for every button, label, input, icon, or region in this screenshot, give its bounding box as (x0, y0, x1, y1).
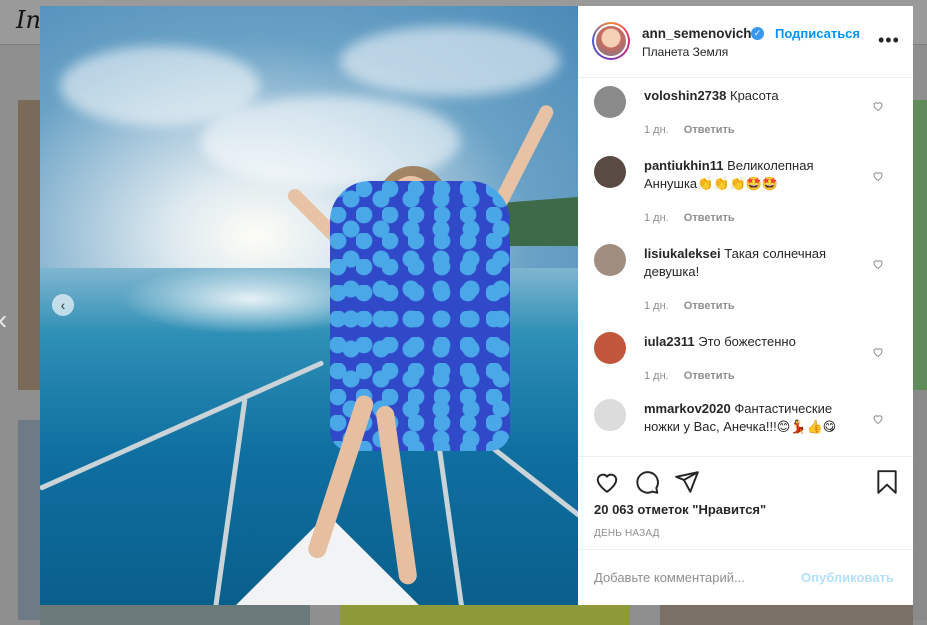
comment-like-heart-icon[interactable] (872, 100, 884, 112)
post-header: ann_semenovich ✓ Подписаться Планета Зем… (578, 6, 913, 78)
commenter-avatar[interactable] (594, 156, 626, 188)
feed-tile[interactable] (660, 605, 913, 625)
likes-count[interactable]: 20 063 отметок "Нравится" (594, 502, 766, 517)
commenter-avatar[interactable] (594, 86, 626, 118)
avatar-image (596, 26, 626, 56)
reply-button[interactable]: Ответить (684, 300, 735, 312)
comment-text: iula2311 Это божестенно (644, 333, 864, 351)
commenter-username[interactable]: mmarkov2020 (644, 401, 731, 416)
post-date[interactable]: ДЕНЬ НАЗАД (594, 528, 660, 539)
comment-text: mmarkov2020 Фантастические ножки у Вас, … (644, 400, 864, 436)
reply-button[interactable]: Ответить (684, 124, 735, 136)
reply-button[interactable]: Ответить (684, 370, 735, 382)
comment-meta: 1 дн. Ответить (644, 124, 747, 136)
reply-button[interactable]: Ответить (684, 212, 735, 224)
comment-icon[interactable] (634, 469, 660, 495)
verified-badge-icon: ✓ (751, 27, 764, 40)
comment-text: pantiukhin11 Великолепная Аннушка👏👏👏🤩🤩 (644, 157, 864, 193)
comment-age: 1 дн. (644, 370, 669, 382)
chevron-left-icon: ‹ (60, 297, 66, 313)
comment-text: lisiukaleksei Такая солнечная девушка! (644, 245, 864, 281)
author-username[interactable]: ann_semenovich (642, 26, 752, 41)
feed-tile[interactable] (340, 605, 630, 625)
follow-button[interactable]: Подписаться (775, 26, 860, 41)
comment-like-heart-icon[interactable] (872, 170, 884, 182)
post-actions (578, 456, 913, 507)
comment-text: voloshin2738 Красота (644, 87, 864, 105)
comment-input[interactable] (594, 570, 794, 585)
comment-meta: 1 дн. Ответить (644, 212, 747, 224)
commenter-username[interactable]: lisiukaleksei (644, 246, 721, 261)
avatar-border (594, 24, 628, 58)
publish-button[interactable]: Опубликовать (801, 570, 894, 585)
feed-tile[interactable] (913, 100, 927, 390)
feed-tile[interactable] (40, 605, 310, 625)
photo-cloud (340, 26, 560, 96)
heart-icon[interactable] (594, 469, 620, 495)
carousel-prev-button[interactable]: ‹ (52, 294, 74, 316)
commenter-username[interactable]: pantiukhin11 (644, 158, 723, 173)
comment-meta: 1 дн. Ответить (644, 300, 747, 312)
comment-like-heart-icon[interactable] (872, 258, 884, 270)
post-side-panel: ann_semenovich ✓ Подписаться Планета Зем… (578, 6, 913, 605)
feed-tile[interactable] (18, 100, 40, 390)
comment-age: 1 дн. (644, 212, 669, 224)
post-location[interactable]: Планета Земля (642, 45, 728, 59)
commenter-username[interactable]: iula2311 (644, 334, 695, 349)
add-comment-form: Опубликовать (578, 549, 913, 606)
comment-meta: 1 дн. Ответить (644, 370, 747, 382)
comment-like-heart-icon[interactable] (872, 413, 884, 425)
comment-like-heart-icon[interactable] (872, 346, 884, 358)
instagram-logo[interactable]: In (16, 6, 41, 34)
author-avatar[interactable] (592, 22, 630, 60)
modal-prev-post-chevron-icon[interactable]: ‹ (0, 304, 7, 336)
comment-item: mmarkov2020 Фантастические ножки у Вас, … (578, 397, 913, 456)
feed-tile[interactable] (913, 390, 927, 620)
commenter-avatar[interactable] (594, 399, 626, 431)
comment-body: Красота (730, 88, 779, 103)
more-options-icon[interactable]: ••• (878, 30, 900, 51)
bookmark-icon[interactable] (874, 469, 900, 495)
comment-age: 1 дн. (644, 300, 669, 312)
commenter-avatar[interactable] (594, 332, 626, 364)
comment-body: Это божестенно (698, 334, 796, 349)
feed-tile[interactable] (18, 420, 40, 620)
post-photo[interactable]: ‹ (40, 6, 578, 605)
paper-plane-icon[interactable] (674, 469, 700, 495)
commenter-username[interactable]: voloshin2738 (644, 88, 726, 103)
commenter-avatar[interactable] (594, 244, 626, 276)
comment-age: 1 дн. (644, 124, 669, 136)
